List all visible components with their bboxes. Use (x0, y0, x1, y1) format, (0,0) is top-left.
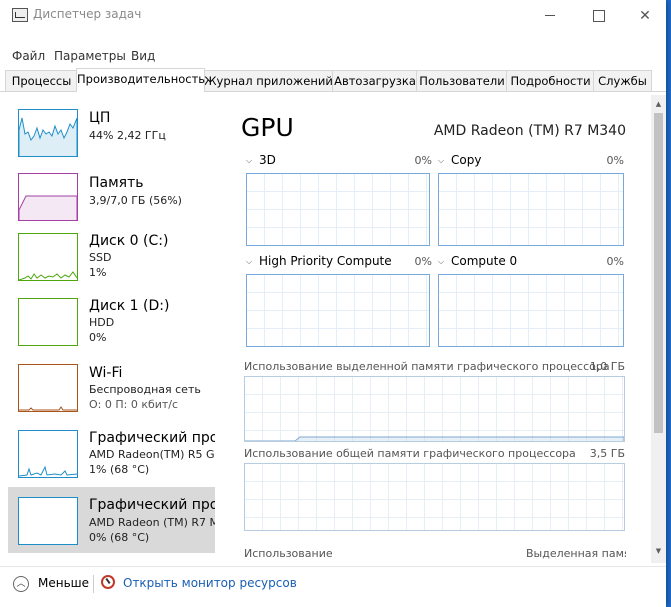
dedicated-memory-value: 1,0 ГБ (589, 360, 625, 373)
chevron-down-icon[interactable]: ⌵ (246, 258, 254, 266)
memory-thumbnail-graph (18, 173, 78, 221)
dedicated-memory-graph (244, 376, 625, 442)
sidebar-item-value: 1% (89, 266, 107, 279)
title-bar[interactable]: Диспетчер задач ✕ (0, 0, 666, 31)
maximize-button[interactable] (576, 0, 622, 31)
shared-memory-graph (244, 463, 625, 531)
sidebar-item-value: 1% (68 °C) (89, 463, 150, 476)
gpu-model-name: AMD Radeon (TM) R7 M340 (433, 123, 626, 139)
memory-sparkline (19, 195, 77, 220)
usage-label: Использование (244, 547, 333, 560)
scroll-down-icon[interactable]: ▼ (654, 547, 663, 556)
sidebar-item-label: Графический про (89, 497, 215, 513)
dedicated-memory-usage-line (245, 436, 624, 441)
sidebar-item-label: Графический про (89, 430, 215, 446)
sidebar-item-label: Диск 1 (D:) (89, 298, 170, 314)
sidebar-item-value: 0% (68 °C) (89, 531, 150, 544)
engine-selector-high-priority[interactable]: High Priority Compute (259, 254, 392, 268)
menu-options[interactable]: Параметры (54, 49, 126, 63)
engine-pct-high-priority: 0% (414, 255, 432, 268)
sidebar-item-label: Wi-Fi (89, 365, 123, 381)
sidebar-item-detail: 3,9/7,0 ГБ (56%) (89, 194, 182, 207)
graph-high-priority-compute (246, 274, 430, 347)
shared-memory-label: Использование общей памяти графического … (244, 447, 576, 460)
tab-details[interactable]: Подробности (506, 70, 595, 91)
gpu0-sparkline (19, 465, 77, 477)
scroll-up-icon[interactable]: ▲ (654, 100, 663, 109)
sidebar-item-cpu[interactable]: ЦП 44% 2,42 ГГц (8, 104, 215, 168)
minimize-icon (545, 15, 555, 16)
cpu-thumbnail-graph (18, 109, 78, 157)
tab-app-history[interactable]: Журнал приложений (203, 70, 334, 91)
tab-users[interactable]: Пользователи (416, 70, 508, 91)
gpu0-thumbnail-graph (18, 430, 78, 478)
sidebar-item-detail: Беспроводная сеть (89, 383, 201, 396)
disk0-sparkline (19, 271, 77, 280)
scrollbar-thumb[interactable] (654, 113, 663, 433)
tab-bar: Процессы Производительность Журнал прило… (0, 68, 666, 92)
sidebar-item-value: 0% (89, 331, 107, 344)
sidebar-item-disk1[interactable]: Диск 1 (D:) HDD 0% (8, 298, 215, 362)
dedicated-memory-label: Использование выделенной памяти графичес… (244, 360, 610, 373)
resource-sidebar: ЦП 44% 2,42 ГГц Память 3,9/7,0 ГБ (56%) … (8, 104, 215, 558)
sidebar-item-value: О: 0 П: 0 кбит/с (89, 398, 179, 411)
menu-file[interactable]: Файл (12, 49, 45, 63)
close-icon: ✕ (639, 7, 651, 24)
main-scrollbar[interactable]: ▲ ▼ (651, 95, 666, 563)
tab-performance[interactable]: Производительность (76, 68, 205, 92)
graph-compute0 (438, 274, 624, 347)
footer-bar: ︿ Меньше Открыть монитор ресурсов (0, 566, 666, 607)
chevron-down-icon[interactable]: ⌵ (246, 157, 254, 165)
engine-selector-compute0[interactable]: Compute 0 (451, 254, 517, 268)
sidebar-item-detail: SSD (89, 251, 112, 264)
resource-monitor-icon[interactable] (101, 575, 115, 589)
shared-memory-value: 3,5 ГБ (589, 447, 625, 460)
open-resource-monitor-link[interactable]: Открыть монитор ресурсов (123, 576, 297, 590)
disk1-thumbnail-graph (18, 298, 78, 346)
menu-view[interactable]: Вид (131, 49, 155, 63)
tab-startup[interactable]: Автозагрузка (332, 70, 418, 91)
gpu1-thumbnail-graph (18, 497, 78, 545)
disk0-thumbnail-graph (18, 233, 78, 281)
engine-selector-copy[interactable]: Copy (451, 153, 481, 167)
graph-3d (246, 173, 430, 246)
sidebar-item-gpu0[interactable]: Графический про AMD Radeon(TM) R5 Gr 1% … (8, 427, 215, 491)
sidebar-item-memory[interactable]: Память 3,9/7,0 ГБ (56%) (8, 169, 215, 233)
footer-divider (93, 575, 94, 593)
wifi-sparkline (19, 406, 77, 411)
sidebar-item-wifi[interactable]: Wi-Fi Беспроводная сеть О: 0 П: 0 кбит/с (8, 363, 215, 427)
wifi-thumbnail-graph (18, 364, 78, 412)
cpu-sparkline (19, 117, 77, 156)
chevron-down-icon[interactable]: ⌵ (438, 157, 446, 165)
engine-pct-copy: 0% (606, 154, 624, 167)
minimize-button[interactable] (527, 0, 573, 31)
close-button[interactable]: ✕ (622, 0, 666, 31)
dedicated-memory-stat-label: Выделенная памя (526, 547, 626, 560)
sidebar-item-disk0[interactable]: Диск 0 (C:) SSD 1% (8, 233, 215, 297)
engine-pct-3d: 0% (414, 154, 432, 167)
fewer-details-button[interactable]: Меньше (38, 576, 89, 590)
maximize-icon (593, 9, 605, 22)
engine-selector-3d[interactable]: 3D (259, 153, 276, 167)
sidebar-item-detail: AMD Radeon (TM) R7 M (89, 516, 215, 529)
sidebar-item-detail: HDD (89, 316, 115, 329)
tab-processes[interactable]: Процессы (5, 70, 78, 91)
sidebar-item-label: Диск 0 (C:) (89, 233, 169, 249)
engine-pct-compute0: 0% (606, 255, 624, 268)
sidebar-item-detail: 44% 2,42 ГГц (89, 129, 166, 142)
tab-services[interactable]: Службы (593, 70, 652, 91)
page-title: GPU (241, 113, 294, 142)
sidebar-item-gpu1[interactable]: Графический про AMD Radeon (TM) R7 M 0% … (8, 487, 215, 553)
task-manager-icon (12, 8, 28, 22)
window-title: Диспетчер задач (33, 7, 142, 21)
sidebar-item-label: ЦП (89, 110, 111, 126)
task-manager-window: Диспетчер задач ✕ Файл Параметры Вид Про… (0, 0, 666, 607)
chevron-down-icon[interactable]: ⌵ (438, 258, 446, 266)
graph-copy (438, 173, 624, 246)
chevron-up-icon[interactable]: ︿ (13, 576, 29, 592)
sidebar-item-label: Память (89, 175, 144, 191)
sidebar-item-detail: AMD Radeon(TM) R5 Gr (89, 448, 215, 461)
